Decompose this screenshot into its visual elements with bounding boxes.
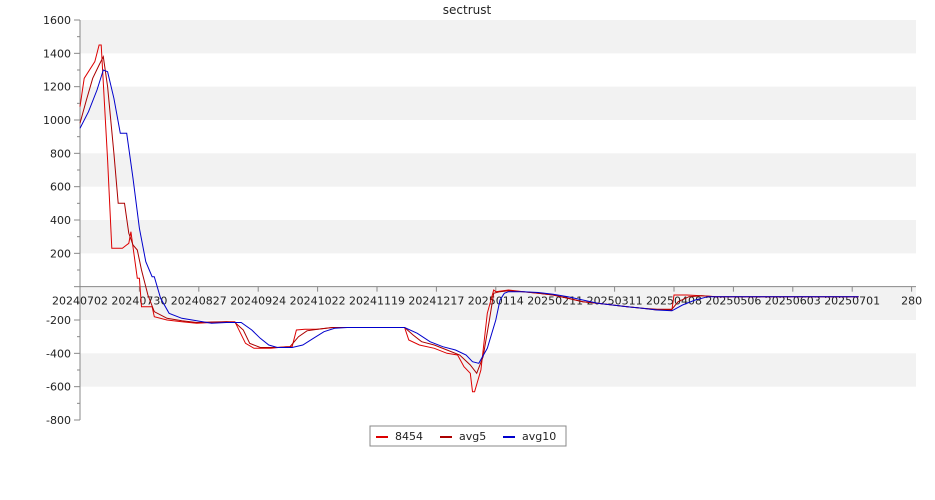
y-tick-label: 1000 <box>43 114 71 127</box>
x-tick-label: 20250114 <box>468 295 524 308</box>
grid-band <box>80 153 916 187</box>
grid-band <box>80 353 916 387</box>
x-tick-label: 20240730 <box>111 295 167 308</box>
line-chart: -800 -600 -400 -200 200 400 600 800 1000 1200 1400… <box>43 3 922 447</box>
y-tick-label: 400 <box>50 214 71 227</box>
y-tick-label: 1400 <box>43 47 71 60</box>
y-tick-label: 800 <box>50 147 71 160</box>
x-tick-label: 20241119 <box>349 295 405 308</box>
y-tick-label: -200 <box>46 314 71 327</box>
chart-title: sectrust <box>443 3 492 17</box>
x-tick-label: 280 <box>901 295 922 308</box>
y-tick-label: -800 <box>46 414 71 427</box>
x-tick-label: 20241022 <box>290 295 346 308</box>
x-tick-label: 20240827 <box>171 295 227 308</box>
grid-bands <box>80 20 916 387</box>
y-tick-label: 1200 <box>43 81 71 94</box>
grid-band <box>80 86 916 120</box>
legend-label-avg10: avg10 <box>522 430 556 443</box>
x-tick-label: 20250211 <box>527 295 583 308</box>
x-tick-label: 20240924 <box>230 295 286 308</box>
y-tick-label: 200 <box>50 247 71 260</box>
legend: 8454 avg5 avg10 <box>369 425 567 447</box>
x-tick-label: 20240702 <box>52 295 108 308</box>
x-tick-label: 20241217 <box>408 295 464 308</box>
grid-band <box>80 20 916 54</box>
y-tick-label: -600 <box>46 381 71 394</box>
grid-band <box>80 220 916 254</box>
y-axis: -800 -600 -400 -200 200 400 600 800 1000 1200 1400… <box>43 14 81 427</box>
y-tick-label: 1600 <box>43 14 71 27</box>
y-tick-label: -400 <box>46 347 71 360</box>
legend-label-8454: 8454 <box>395 430 423 443</box>
legend-label-avg5: avg5 <box>459 430 486 443</box>
y-tick-label: 600 <box>50 181 71 194</box>
